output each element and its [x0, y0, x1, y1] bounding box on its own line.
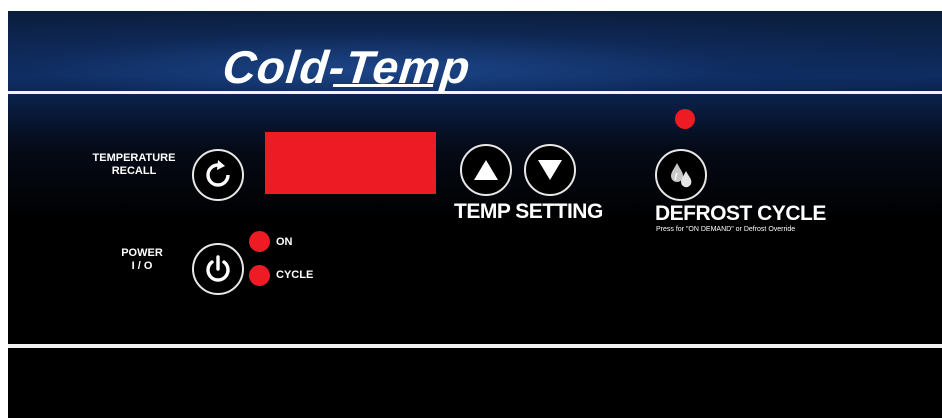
- power-label: POWER I / O: [121, 247, 163, 272]
- droplets-icon: [671, 163, 692, 188]
- power-icon: [206, 255, 230, 282]
- temp-up-button[interactable]: [460, 144, 512, 196]
- cold-temp-logo: Cold-Temp: [220, 41, 474, 93]
- control-panel: Cold-Temp TEMPERATURE RECALL POWER I / O…: [8, 11, 942, 418]
- on-indicator-label: ON: [276, 236, 293, 248]
- temperature-display: [265, 132, 436, 194]
- cycle-indicator-led: [249, 265, 270, 286]
- triangle-down-icon: [538, 160, 562, 180]
- refresh-icon: [206, 160, 230, 187]
- temp-down-button[interactable]: [524, 144, 576, 196]
- temperature-recall-label: TEMPERATURE RECALL: [92, 152, 176, 177]
- on-indicator-led: [249, 231, 270, 252]
- temp-setting-label: TEMP SETTING: [454, 200, 603, 223]
- defrost-cycle-label: DEFROST CYCLE: [655, 202, 826, 225]
- bottom-divider: [8, 344, 942, 348]
- defrost-indicator-led: [675, 109, 695, 129]
- triangle-up-icon: [474, 160, 498, 180]
- temperature-recall-button[interactable]: [192, 149, 244, 201]
- cycle-indicator-label: CYCLE: [276, 269, 314, 281]
- top-divider: [8, 91, 942, 94]
- defrost-button[interactable]: [655, 149, 707, 201]
- defrost-note: Press for "ON DEMAND" or Defrost Overrid…: [656, 226, 796, 233]
- power-button[interactable]: [192, 243, 244, 295]
